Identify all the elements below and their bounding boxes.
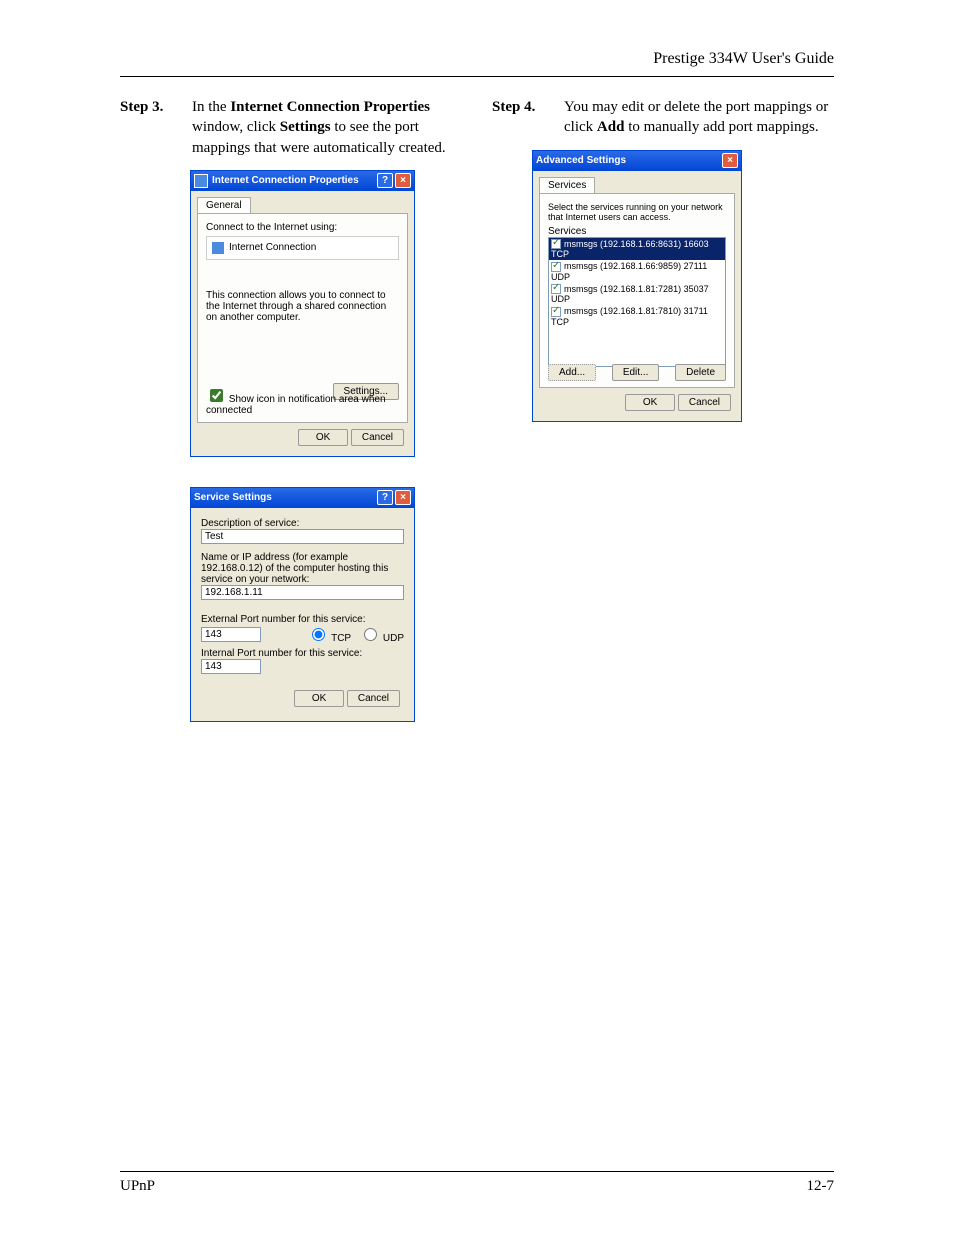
ip-input[interactable] xyxy=(201,585,404,600)
close-icon[interactable]: × xyxy=(395,490,411,505)
tcp-radio[interactable]: TCP xyxy=(307,625,351,644)
step3-pre: In the xyxy=(192,99,230,115)
icp-cancel-button[interactable]: Cancel xyxy=(351,429,404,446)
tcp-label: TCP xyxy=(331,633,351,644)
close-icon[interactable]: × xyxy=(395,173,411,188)
internal-port-input[interactable] xyxy=(201,659,261,674)
external-port-label: External Port number for this service: xyxy=(201,614,404,625)
service-row[interactable]: msmsgs (192.168.1.81:7810) 31711 TCP xyxy=(549,305,725,328)
show-icon-label: Show icon in notification area when conn… xyxy=(206,394,386,416)
footer-right: 12-7 xyxy=(807,1178,835,1195)
service-row[interactable]: msmsgs (192.168.1.66:9859) 27111 UDP xyxy=(549,260,725,283)
page-header: Prestige 334W User's Guide xyxy=(120,50,834,76)
adv-instructions: Select the services running on your netw… xyxy=(548,202,726,222)
check-icon[interactable] xyxy=(551,239,561,249)
connection-description: This connection allows you to connect to… xyxy=(206,290,399,323)
network-icon xyxy=(211,241,225,255)
ss-title: Service Settings xyxy=(194,492,272,503)
ip-label: Name or IP address (for example 192.168.… xyxy=(201,552,404,585)
description-input[interactable] xyxy=(201,529,404,544)
adv-title: Advanced Settings xyxy=(536,155,626,166)
check-icon[interactable] xyxy=(551,262,561,272)
icp-ok-button[interactable]: OK xyxy=(298,429,348,446)
internet-connection-properties-dialog: Internet Connection Properties ? × Gener… xyxy=(190,170,415,457)
description-label: Description of service: xyxy=(201,518,404,529)
connect-using-label: Connect to the Internet using: xyxy=(206,222,399,233)
step4-bold1: Add xyxy=(597,119,625,135)
ss-titlebar: Service Settings ? × xyxy=(191,488,414,508)
edit-button[interactable]: Edit... xyxy=(612,364,660,381)
udp-label: UDP xyxy=(383,633,404,644)
help-icon[interactable]: ? xyxy=(377,490,393,505)
step4-post: to manually add port mappings. xyxy=(624,119,818,135)
step-3-text: In the Internet Connection Properties wi… xyxy=(192,97,462,158)
internal-port-label: Internal Port number for this service: xyxy=(201,648,404,659)
step3-bold2: Settings xyxy=(280,119,331,135)
udp-radio[interactable]: UDP xyxy=(359,625,404,644)
services-listbox[interactable]: msmsgs (192.168.1.66:8631) 16603 TCP msm… xyxy=(548,237,726,367)
service-row[interactable]: msmsgs (192.168.1.81:7281) 35037 UDP xyxy=(549,283,725,306)
advanced-settings-dialog: Advanced Settings × Services Select the … xyxy=(532,150,742,422)
help-icon[interactable]: ? xyxy=(377,173,393,188)
external-port-input[interactable] xyxy=(201,627,261,642)
step-4-text: You may edit or delete the port mappings… xyxy=(564,97,834,138)
svc-r4: msmsgs (192.168.1.81:7810) 31711 TCP xyxy=(551,306,708,327)
connection-item: Internet Connection xyxy=(229,242,316,253)
check-icon[interactable] xyxy=(551,307,561,317)
step-3: Step 3. In the Internet Connection Prope… xyxy=(120,97,462,158)
adv-ok-button[interactable]: OK xyxy=(625,394,675,411)
services-label: Services xyxy=(548,226,726,237)
show-icon-checkbox[interactable] xyxy=(210,389,223,402)
adv-cancel-button[interactable]: Cancel xyxy=(678,394,731,411)
icp-title: Internet Connection Properties xyxy=(212,175,359,186)
add-button[interactable]: Add... xyxy=(548,364,596,381)
header-rule xyxy=(120,76,834,77)
delete-button[interactable]: Delete xyxy=(675,364,726,381)
service-row-selected[interactable]: msmsgs (192.168.1.66:8631) 16603 TCP xyxy=(549,238,725,261)
icp-titlebar: Internet Connection Properties ? × xyxy=(191,171,414,191)
page-footer: UPnP 12-7 xyxy=(120,1171,834,1195)
svc-r1: msmsgs (192.168.1.66:8631) 16603 TCP xyxy=(551,239,709,260)
ss-ok-button[interactable]: OK xyxy=(294,690,344,707)
step3-bold1: Internet Connection Properties xyxy=(230,99,430,115)
step-4: Step 4. You may edit or delete the port … xyxy=(492,97,834,138)
ss-cancel-button[interactable]: Cancel xyxy=(347,690,400,707)
close-icon[interactable]: × xyxy=(722,153,738,168)
adv-titlebar: Advanced Settings × xyxy=(533,151,741,171)
step3-mid1: window, click xyxy=(192,119,280,135)
svc-r2: msmsgs (192.168.1.66:9859) 27111 UDP xyxy=(551,261,707,282)
window-icon xyxy=(194,174,208,188)
tab-general[interactable]: General xyxy=(197,197,251,214)
tab-services[interactable]: Services xyxy=(539,177,595,194)
footer-left: UPnP xyxy=(120,1178,155,1195)
step-4-label: Step 4. xyxy=(492,97,552,138)
svc-r3: msmsgs (192.168.1.81:7281) 35037 UDP xyxy=(551,284,709,305)
service-settings-dialog: Service Settings ? × Description of serv… xyxy=(190,487,415,722)
check-icon[interactable] xyxy=(551,284,561,294)
step-3-label: Step 3. xyxy=(120,97,180,158)
